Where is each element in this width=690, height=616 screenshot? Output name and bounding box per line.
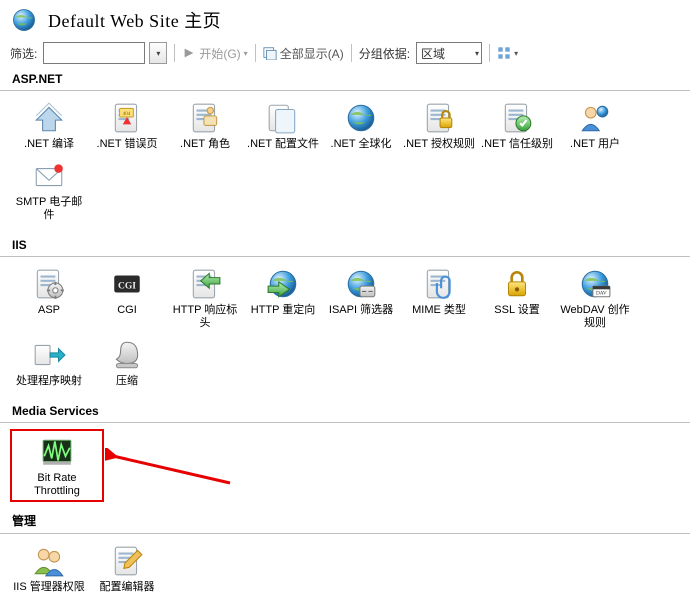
feature-http-redirect[interactable]: HTTP 重定向 [246,267,320,330]
feature-compression[interactable]: 压缩 [90,338,164,388]
arrow-icon [105,448,235,488]
manage-grid: IIS 管理器权限 配置编辑器 [0,540,690,606]
feature-net-roles[interactable]: .NET 角色 [168,101,242,151]
authrules-icon [422,101,456,135]
globalization-icon [344,101,378,135]
section-title-iis: IIS [0,234,690,257]
section-title-manage: 管理 [0,508,690,534]
httpheaders-icon [188,267,222,301]
feature-webdav[interactable]: WebDAV 创作规则 [558,267,632,330]
feature-configuration-editor[interactable]: 配置编辑器 [90,544,164,594]
page-header: Default Web Site 主页 [0,0,690,40]
asp-icon [32,267,66,301]
aspnet-grid: .NET 编译 .NET 错误页 .NET 角色 .NET 配置文件 .NET … [0,97,690,234]
errorpage-icon [110,101,144,135]
feature-isapi-filters[interactable]: ISAPI 筛选器 [324,267,398,330]
separator [489,44,490,62]
feature-mime-types[interactable]: MIME 类型 [402,267,476,330]
show-all-button[interactable]: 全部显示(A) [263,45,344,62]
mime-icon [422,267,456,301]
feature-smtp[interactable]: SMTP 电子邮件 [12,159,86,222]
feature-net-compile[interactable]: .NET 编译 [12,101,86,151]
view-grid-icon [497,46,511,60]
feature-net-users[interactable]: .NET 用户 [558,101,632,151]
configeditor-icon [110,544,144,578]
iis-grid: ASP CGI HTTP 响应标头 HTTP 重定向 ISAPI 筛选器 MIM… [0,263,690,400]
group-by-value: 区域 [421,45,445,62]
filter-label: 筛选: [10,45,37,62]
feature-http-headers[interactable]: HTTP 响应标头 [168,267,242,330]
view-mode-button[interactable]: ▾ [497,46,518,60]
group-by-select[interactable]: 区域 ▾ [416,42,482,64]
separator [174,44,175,62]
start-label: 开始(G) [199,45,240,62]
show-all-label: 全部显示(A) [280,45,344,62]
separator [351,44,352,62]
compression-icon [110,338,144,372]
feature-handler-mappings[interactable]: 处理程序映射 [12,338,86,388]
feature-cgi[interactable]: CGI [90,267,164,330]
group-by-label: 分组依据: [359,45,410,62]
page-title: Default Web Site 主页 [48,7,221,33]
feature-bit-rate-throttling[interactable]: Bit Rate Throttling [18,435,96,498]
section-title-media: Media Services [0,400,690,423]
feature-net-errorpages[interactable]: .NET 错误页 [90,101,164,151]
section-title-aspnet: ASP.NET [0,68,690,91]
filter-input[interactable] [43,42,145,64]
feature-net-profile[interactable]: .NET 配置文件 [246,101,320,151]
iismgrperm-icon [32,544,66,578]
handlers-icon [32,338,66,372]
feature-asp[interactable]: ASP [12,267,86,330]
users-icon [578,101,612,135]
feature-net-globalization[interactable]: .NET 全球化 [324,101,398,151]
filter-dropdown-button[interactable]: ▾ [149,42,167,64]
site-icon [10,6,38,34]
smtp-icon [32,159,66,193]
compile-icon [32,101,66,135]
cgi-icon [110,267,144,301]
filter-toolbar: 筛选: ▾ 开始(G) ▾ 全部显示(A) 分组依据: 区域 ▾ ▾ [0,40,690,68]
trust-icon [500,101,534,135]
bitrate-icon [40,435,74,469]
show-all-icon [263,46,277,60]
chevron-down-icon: ▾ [475,49,479,58]
highlight-box: Bit Rate Throttling [10,429,104,502]
feature-net-authrules[interactable]: .NET 授权规则 [402,101,476,151]
redirect-icon [266,267,300,301]
feature-iis-mgr-permissions[interactable]: IIS 管理器权限 [12,544,86,594]
roles-icon [188,101,222,135]
feature-ssl-settings[interactable]: SSL 设置 [480,267,554,330]
go-icon [182,46,196,60]
isapi-icon [344,267,378,301]
feature-net-trust[interactable]: .NET 信任级别 [480,101,554,151]
ssl-icon [500,267,534,301]
content-area: ASP.NET .NET 编译 .NET 错误页 .NET 角色 .NET 配置… [0,68,690,616]
separator [255,44,256,62]
start-button[interactable]: 开始(G) ▾ [182,45,247,62]
profile-icon [266,101,300,135]
webdav-icon [578,267,612,301]
